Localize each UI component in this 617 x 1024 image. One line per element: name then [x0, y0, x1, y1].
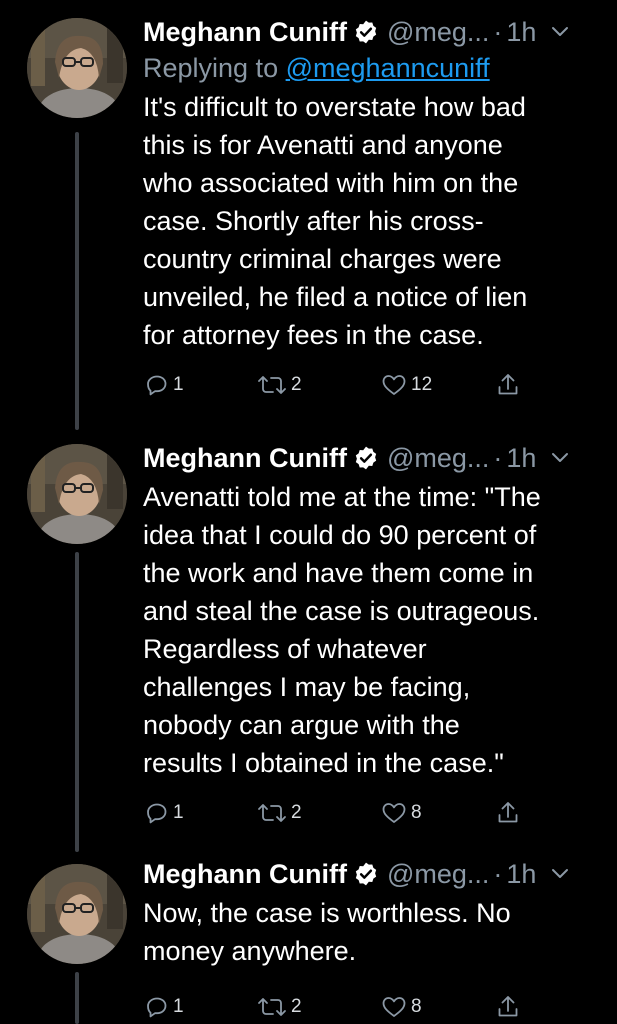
tweet-text-line: money anywhere. — [143, 936, 357, 966]
tweet-text-line: It's difficult to overstate how bad — [143, 92, 526, 122]
tweet-text-line: idea that I could do 90 percent of — [143, 520, 537, 550]
replying-to-label: Replying to — [143, 53, 279, 83]
reply-count: 1 — [173, 374, 184, 395]
tweet-header: Meghann Cuniff @meg... · 1h — [143, 14, 603, 50]
separator: · — [493, 859, 503, 889]
tweet-text-line: this is for Avenatti and anyone — [143, 130, 503, 160]
retweet-icon — [258, 376, 286, 394]
tweet-text-line: country criminal charges were — [143, 244, 502, 274]
reply-icon — [147, 997, 167, 1018]
tweet-text-line: unveiled, he filed a notice of lien — [143, 282, 528, 312]
share-icon — [498, 802, 518, 823]
replying-to: Replying to @meghanncuniff — [143, 50, 603, 86]
heart-icon — [382, 997, 406, 1017]
share-button[interactable] — [496, 798, 520, 828]
verified-badge-icon — [355, 862, 377, 886]
reply-button[interactable]: 1 — [145, 992, 184, 1022]
retweet-button[interactable]: 2 — [257, 992, 302, 1022]
tweet-thread: Meghann Cuniff @meg... · 1h Replying to … — [0, 0, 617, 1024]
tweet-text-line: Regardless of whatever — [143, 634, 427, 664]
chevron-down-icon[interactable] — [550, 22, 570, 42]
chevron-down-icon[interactable] — [550, 864, 570, 884]
timestamp[interactable]: 1h — [506, 440, 536, 476]
retweet-button[interactable]: 2 — [257, 370, 302, 400]
timestamp[interactable]: 1h — [506, 856, 536, 892]
share-icon — [498, 996, 518, 1017]
mention-link[interactable]: @meghanncuniff — [286, 53, 490, 83]
retweet-icon — [258, 804, 286, 822]
tweet-text-line: challenges I may be facing, — [143, 672, 471, 702]
like-button[interactable]: 12 — [381, 370, 432, 400]
verified-badge-icon — [355, 20, 377, 44]
author-handle[interactable]: @meg... — [387, 14, 489, 50]
tweet-text-line: Avenatti told me at the time: "The — [143, 482, 541, 512]
tweet-text-line: and steal the case is outrageous. — [143, 596, 540, 626]
tweet-text-line: nobody can argue with the — [143, 710, 460, 740]
retweet-icon — [258, 998, 286, 1016]
tweet-actions: 1 2 8 — [143, 992, 603, 1024]
retweet-count: 2 — [291, 802, 302, 823]
tweet-text-line: the work and have them come in — [143, 558, 534, 588]
tweet-text-line: results I obtained in the case." — [143, 748, 504, 778]
avatar[interactable] — [27, 864, 127, 964]
like-count: 8 — [411, 802, 422, 823]
reply-count: 1 — [173, 802, 184, 823]
avatar[interactable] — [27, 444, 127, 544]
author-name[interactable]: Meghann Cuniff — [143, 440, 347, 476]
author-handle[interactable]: @meg... — [387, 856, 489, 892]
tweet-text-line: for attorney fees in the case. — [143, 320, 484, 350]
retweet-count: 2 — [291, 374, 302, 395]
tweet-header: Meghann Cuniff @meg... · 1h — [143, 856, 603, 892]
tweet-text-line: case. Shortly after his cross- — [143, 206, 484, 236]
author-name[interactable]: Meghann Cuniff — [143, 856, 347, 892]
tweet-text-line: Now, the case is worthless. No — [143, 898, 511, 928]
tweet-actions: 1 2 12 — [143, 370, 603, 404]
thread-connector-line — [75, 132, 79, 430]
retweet-button[interactable]: 2 — [257, 798, 302, 828]
thread-connector-line — [75, 972, 79, 1024]
author-handle[interactable]: @meg... — [387, 440, 489, 476]
separator: · — [493, 443, 503, 473]
reply-button[interactable]: 1 — [145, 370, 184, 400]
tweet-text: Now, the case is worthless. No money any… — [143, 894, 593, 970]
thread-connector-line — [75, 552, 79, 852]
tweet-text-line: who associated with him on the — [143, 168, 519, 198]
avatar[interactable] — [27, 18, 127, 118]
share-button[interactable] — [496, 992, 520, 1022]
reply-count: 1 — [173, 996, 184, 1017]
tweet-header: Meghann Cuniff @meg... · 1h — [143, 440, 603, 476]
reply-button[interactable]: 1 — [145, 798, 184, 828]
timestamp[interactable]: 1h — [506, 14, 536, 50]
separator: · — [493, 17, 503, 47]
verified-badge-icon — [355, 446, 377, 470]
heart-icon — [382, 375, 406, 395]
like-button[interactable]: 8 — [381, 798, 422, 828]
heart-icon — [382, 803, 406, 823]
tweet-actions: 1 2 8 — [143, 798, 603, 832]
chevron-down-icon[interactable] — [550, 448, 570, 468]
like-button[interactable]: 8 — [381, 992, 422, 1022]
share-icon — [498, 374, 518, 395]
retweet-count: 2 — [291, 996, 302, 1017]
like-count: 8 — [411, 996, 422, 1017]
share-button[interactable] — [496, 370, 520, 400]
reply-icon — [147, 803, 167, 824]
tweet-text: It's difficult to overstate how bad this… — [143, 88, 593, 354]
like-count: 12 — [411, 374, 433, 395]
reply-icon — [147, 375, 167, 396]
author-name[interactable]: Meghann Cuniff — [143, 14, 347, 50]
tweet-text: Avenatti told me at the time: "The idea … — [143, 478, 593, 782]
